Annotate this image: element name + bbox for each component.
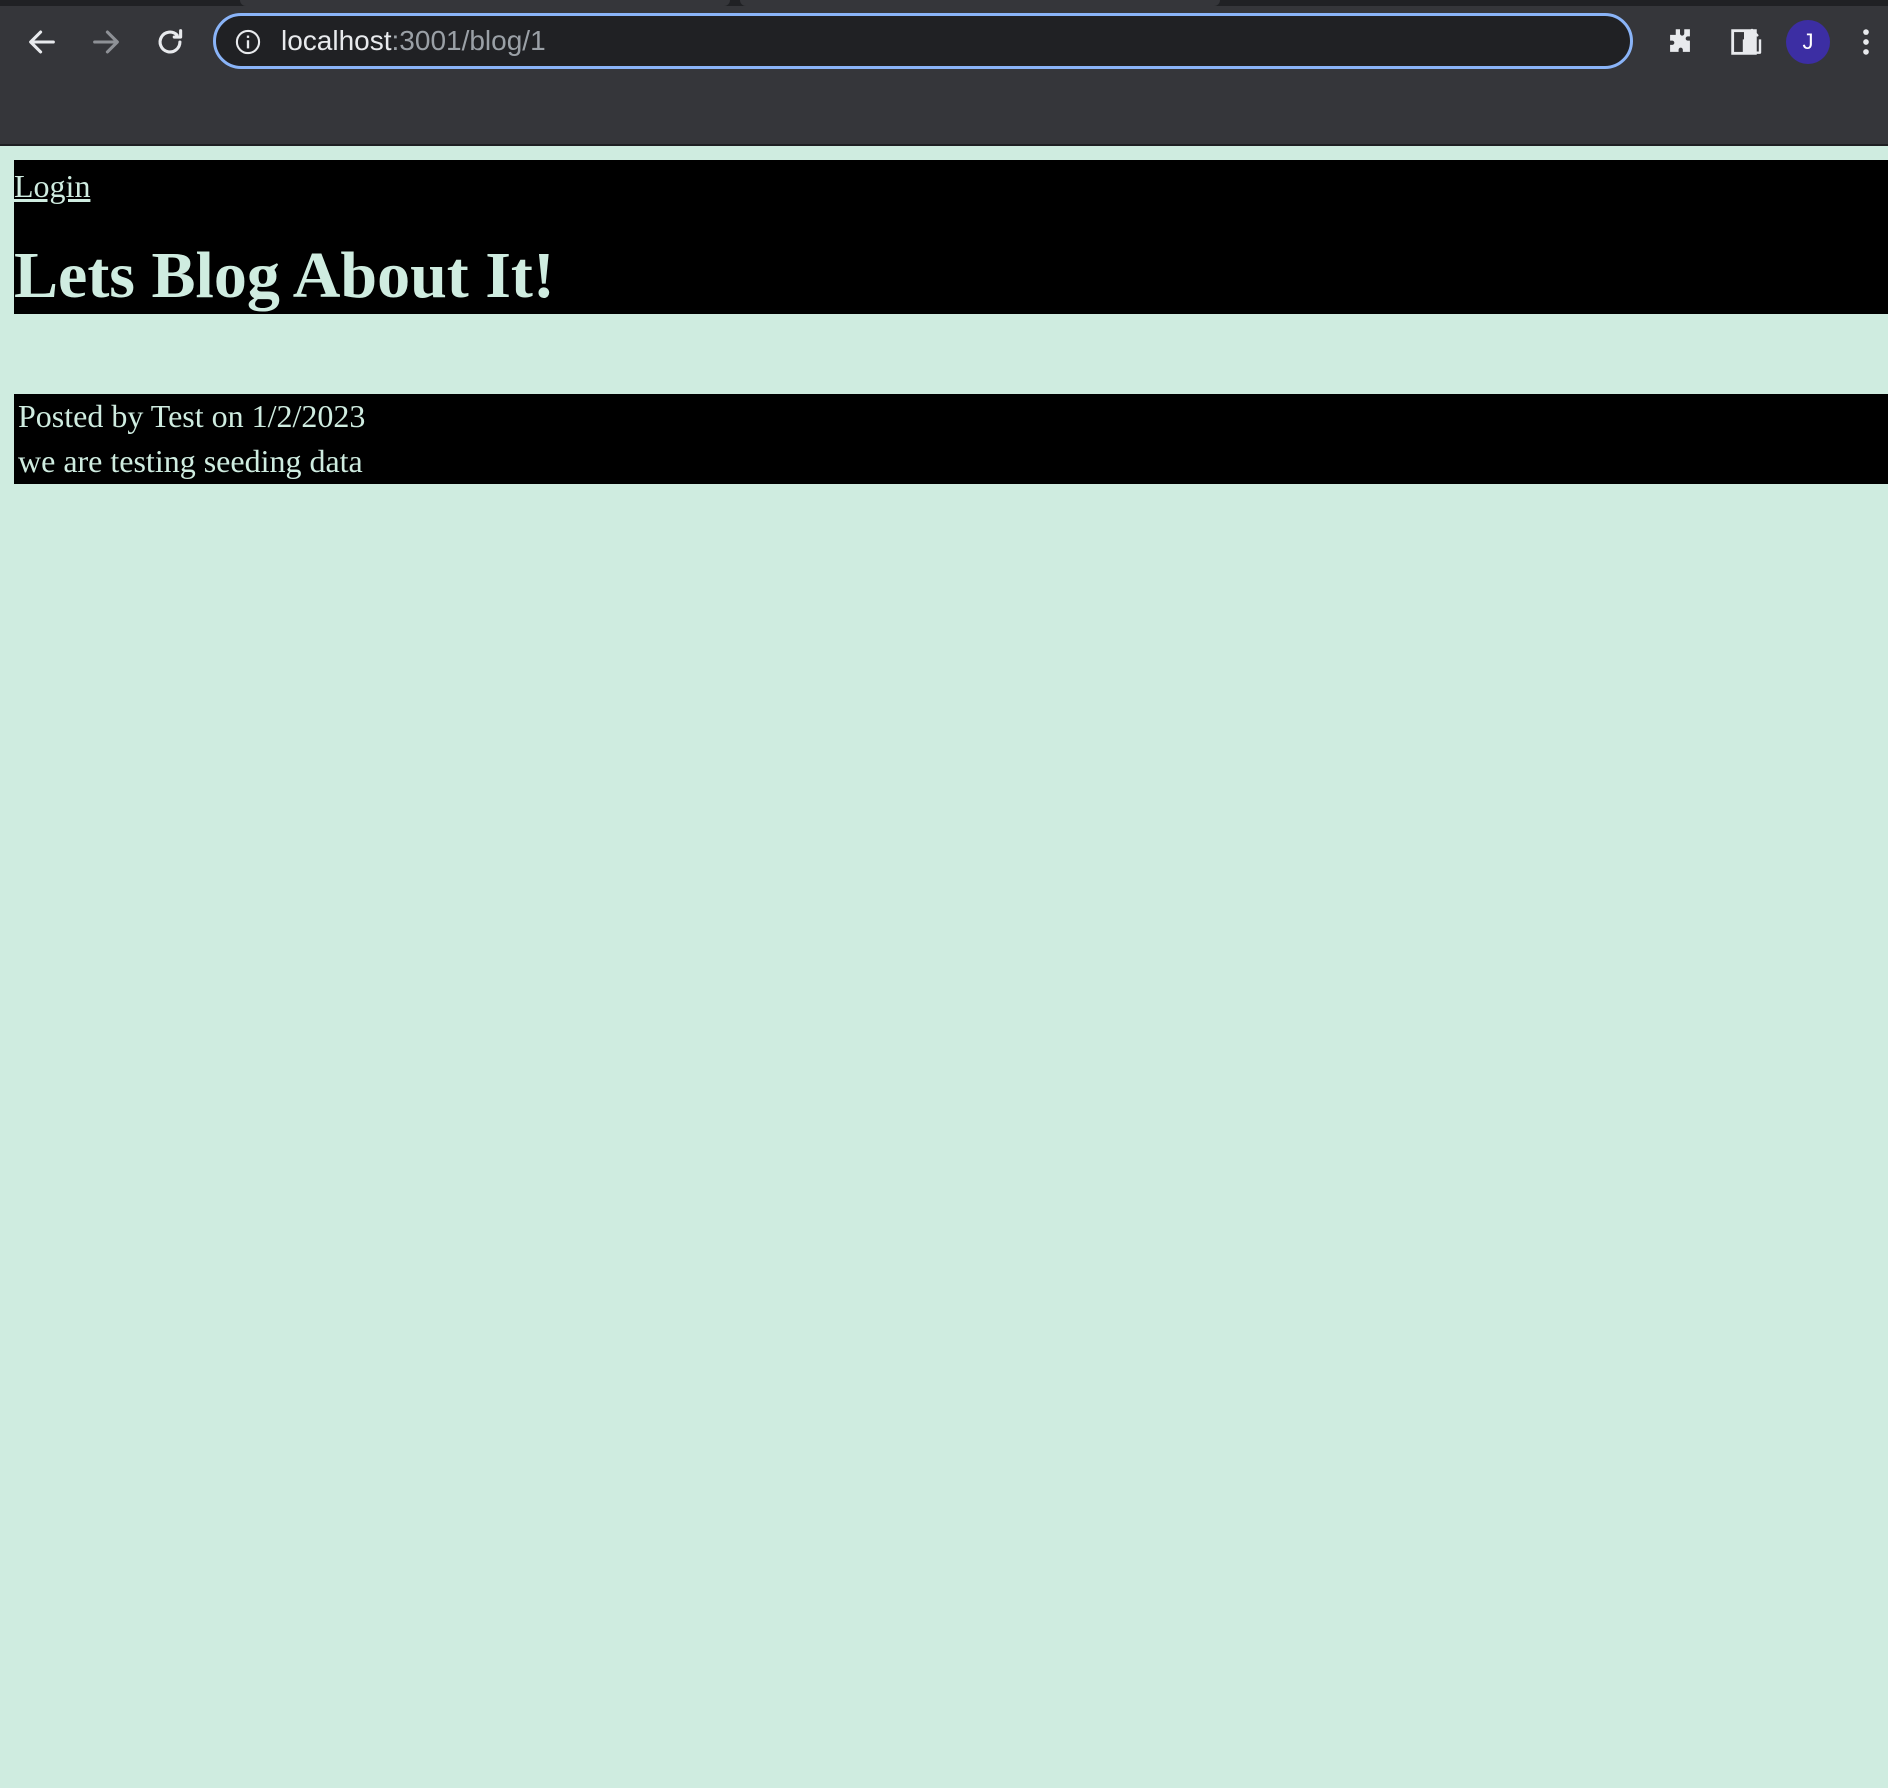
arrow-left-icon: [29, 30, 55, 54]
reload-button[interactable]: [144, 16, 196, 68]
page-content: Login Lets Blog About It! Posted by Test…: [0, 146, 1888, 1788]
side-panel-button[interactable]: [1718, 16, 1770, 68]
browser-menu-button[interactable]: [1846, 16, 1886, 68]
blog-post[interactable]: Posted by Test on 1/2/2023 we are testin…: [14, 394, 1888, 484]
tab-edge-left: [240, 0, 730, 6]
info-icon[interactable]: [234, 28, 262, 56]
extensions-button[interactable]: [1654, 16, 1706, 68]
post-meta: Posted by Test on 1/2/2023: [18, 398, 366, 434]
url-text[interactable]: localhost:3001/blog/1: [281, 16, 546, 66]
kebab-menu-icon: [1863, 29, 1869, 55]
arrow-right-icon: [93, 30, 119, 54]
side-panel-icon: [1731, 29, 1757, 55]
tab-edge-active: [740, 0, 1220, 6]
page-title: Lets Blog About It!: [14, 239, 555, 312]
post-body: we are testing seeding data: [18, 443, 363, 479]
url-path: :3001/blog/1: [391, 25, 546, 56]
browser-chrome: localhost:3001/blog/1 J: [0, 0, 1888, 144]
url-host: localhost: [281, 25, 392, 56]
puzzle-icon: [1670, 29, 1690, 52]
tab-strip: [0, 0, 1888, 6]
back-button[interactable]: [16, 16, 68, 68]
forward-button[interactable]: [80, 16, 132, 68]
reload-icon: [158, 29, 183, 54]
login-link[interactable]: Login: [14, 168, 90, 204]
profile-avatar[interactable]: J: [1786, 20, 1830, 64]
site-header: Login Lets Blog About It!: [14, 160, 1888, 314]
address-bar[interactable]: localhost:3001/blog/1: [213, 13, 1829, 69]
